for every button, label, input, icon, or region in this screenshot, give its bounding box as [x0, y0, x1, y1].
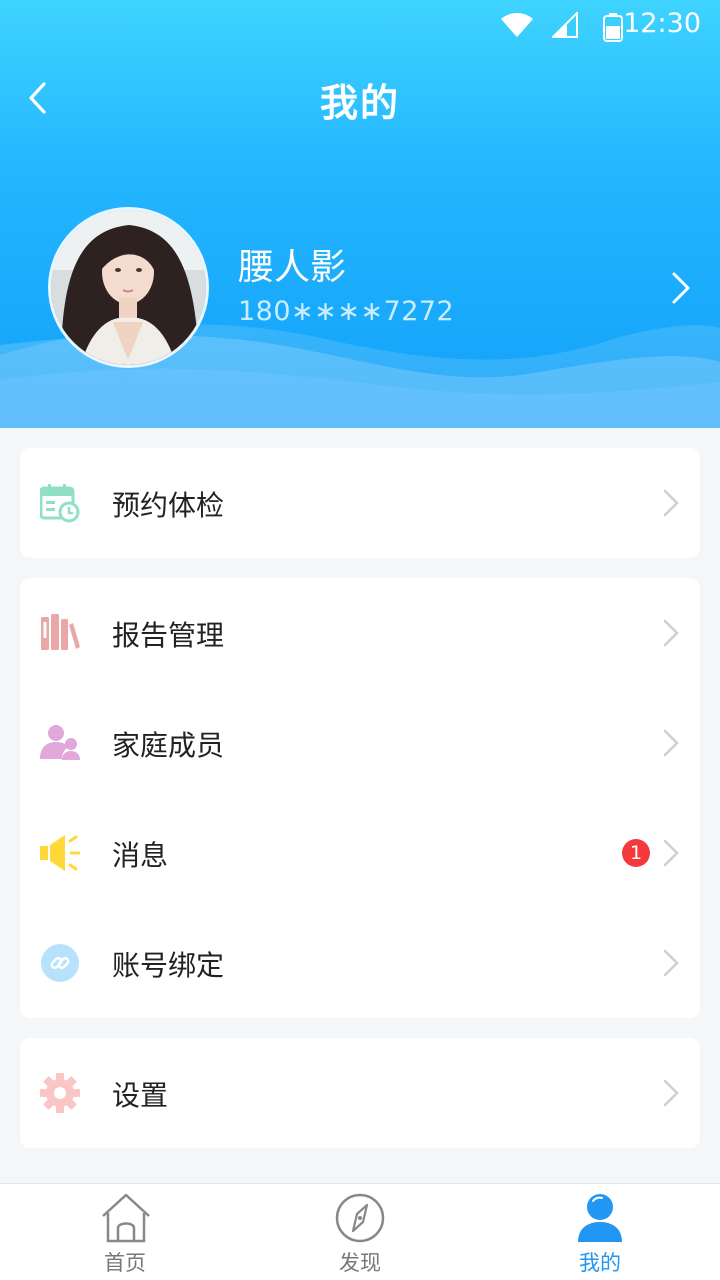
nav-discover[interactable]: 发现: [240, 1184, 480, 1280]
menu-label: 消息: [112, 839, 169, 872]
profile-header: 12:30 我的 腰人影 180∗∗∗∗7272: [0, 0, 720, 428]
gear-icon: [40, 1073, 80, 1113]
user-icon: [578, 1194, 622, 1242]
link-icon: [41, 944, 79, 982]
signal-icon: [552, 12, 578, 38]
user-phone: 180∗∗∗∗7272: [238, 296, 455, 327]
settings-card: 设置: [20, 1038, 700, 1148]
profile-card[interactable]: 腰人影 180∗∗∗∗7272: [0, 200, 720, 375]
nav-mine[interactable]: 我的: [480, 1184, 720, 1280]
menu-item-messages[interactable]: 消息 1: [20, 798, 700, 908]
speaker-icon: [40, 835, 80, 871]
battery-icon: [603, 13, 623, 42]
menu-item-account-binding[interactable]: 账号绑定: [20, 908, 700, 1018]
chevron-right-icon: [663, 1079, 679, 1107]
menu-item-family[interactable]: 家庭成员: [20, 688, 700, 798]
chevron-right-icon: [663, 489, 679, 517]
menu-label: 家庭成员: [112, 729, 225, 762]
unread-badge: 1: [622, 839, 650, 867]
menu-label: 设置: [112, 1079, 169, 1112]
main-menu-card: 报告管理 家庭成员 消息 1 账号绑定: [20, 578, 700, 1018]
family-members-icon: [40, 725, 80, 760]
calendar-clock-icon: [40, 484, 80, 523]
chevron-right-icon: [663, 839, 679, 867]
chevron-right-icon: [663, 729, 679, 757]
chevron-right-icon: [663, 619, 679, 647]
status-bar: 12:30: [0, 0, 720, 50]
menu-item-reports[interactable]: 报告管理: [20, 578, 700, 688]
home-icon: [102, 1193, 150, 1243]
bottom-nav: 首页 发现 我的: [0, 1183, 720, 1280]
books-icon: [41, 614, 80, 650]
nav-label: 发现: [339, 1251, 381, 1275]
menu-label: 报告管理: [112, 619, 225, 652]
menu-label: 账号绑定: [112, 949, 225, 982]
menu-item-booking[interactable]: 预约体检: [20, 448, 700, 558]
user-name: 腰人影: [238, 247, 347, 288]
chevron-right-icon: [663, 949, 679, 977]
chevron-right-icon[interactable]: [668, 270, 694, 306]
nav-label: 我的: [579, 1251, 621, 1275]
menu-item-settings[interactable]: 设置: [20, 1038, 700, 1148]
nav-home[interactable]: 首页: [5, 1184, 245, 1280]
menu-label: 预约体检: [112, 489, 225, 522]
status-time: 12:30: [623, 8, 701, 39]
nav-label: 首页: [104, 1251, 146, 1275]
wifi-icon: [501, 13, 533, 37]
booking-card: 预约体检: [20, 448, 700, 558]
compass-icon: [335, 1193, 385, 1243]
page-title: 我的: [319, 81, 400, 125]
avatar[interactable]: [48, 207, 209, 368]
